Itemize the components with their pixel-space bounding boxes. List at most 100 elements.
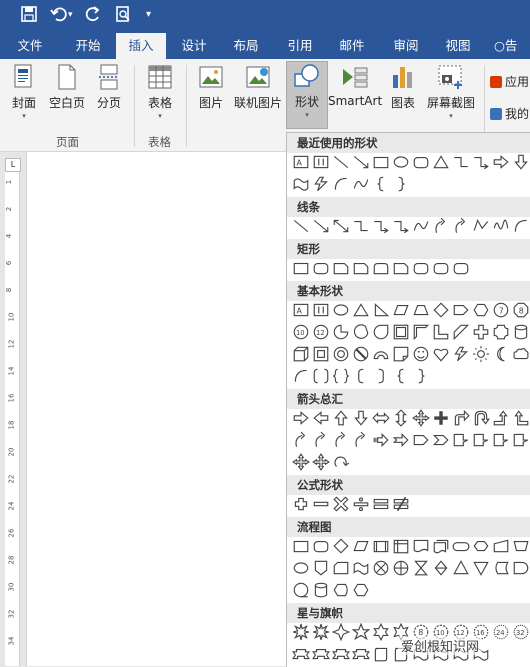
arrowline-shape-icon[interactable] xyxy=(351,155,371,169)
tab-selector[interactable]: L xyxy=(5,158,21,172)
terminator-shape-icon[interactable] xyxy=(451,539,471,553)
arc-shape-icon[interactable] xyxy=(291,369,311,383)
lbrace-shape-icon[interactable] xyxy=(371,176,391,192)
parallelogram-shape-icon[interactable] xyxy=(391,303,411,317)
tab-layout[interactable]: 布局 xyxy=(224,33,268,59)
curvearrow-shape-icon[interactable] xyxy=(451,217,471,233)
equal-shape-icon[interactable] xyxy=(371,497,391,511)
tab-mailings[interactable]: 邮件 xyxy=(330,33,374,59)
roundrect-shape-icon[interactable] xyxy=(411,155,431,169)
cloud-shape-icon[interactable] xyxy=(511,347,530,361)
snipcorner-shape-icon[interactable] xyxy=(351,261,371,275)
undo-icon[interactable] xyxy=(50,5,68,28)
downarrow-shape-icon[interactable] xyxy=(351,410,371,426)
arrowline-shape-icon[interactable] xyxy=(311,219,331,233)
elbow-shape-icon[interactable] xyxy=(451,155,471,169)
callout-shape-icon[interactable] xyxy=(451,433,471,447)
trapezoid-shape-icon[interactable] xyxy=(411,303,431,317)
picture-button[interactable]: 图片 xyxy=(194,63,228,125)
tab-insert[interactable]: 插入 xyxy=(116,33,166,59)
lrudarrow-shape-icon[interactable] xyxy=(431,411,451,425)
orsym-shape-icon[interactable] xyxy=(391,560,411,576)
document-shape-icon[interactable] xyxy=(411,539,431,553)
textbox-shape-icon[interactable]: A xyxy=(291,303,311,317)
vtextbox-shape-icon[interactable] xyxy=(311,155,331,169)
parallelogram-shape-icon[interactable] xyxy=(351,539,371,553)
bentup-shape-icon[interactable] xyxy=(491,410,511,426)
plaque-shape-icon[interactable] xyxy=(491,324,511,340)
internal-shape-icon[interactable] xyxy=(391,539,411,554)
uturn-shape-icon[interactable] xyxy=(471,410,491,426)
tab-file[interactable]: 文件 xyxy=(8,33,52,59)
curvearrow-shape-icon[interactable] xyxy=(351,431,371,447)
print-preview-icon[interactable] xyxy=(114,5,132,28)
hexagon-shape-icon[interactable] xyxy=(471,303,491,317)
manual-shape-icon[interactable] xyxy=(491,539,511,553)
store-button[interactable]: 应用 xyxy=(490,73,529,90)
tab-home[interactable]: 开始 xyxy=(64,33,112,59)
rbrace-shape-icon[interactable] xyxy=(391,176,411,192)
ribbon-shape-icon[interactable] xyxy=(351,647,371,661)
donut-shape-icon[interactable] xyxy=(331,346,351,362)
elbowarrow-shape-icon[interactable] xyxy=(471,155,491,170)
sort-shape-icon[interactable] xyxy=(431,560,451,576)
pie-shape-icon[interactable] xyxy=(331,324,351,340)
oval-shape-icon[interactable] xyxy=(391,155,411,169)
cube-shape-icon[interactable] xyxy=(291,346,311,362)
leftarrow-shape-icon[interactable] xyxy=(311,411,331,425)
my-addins-button[interactable]: 我的 xyxy=(490,105,529,122)
storeddata-shape-icon[interactable] xyxy=(491,561,511,575)
shapes-button[interactable]: 形状 ▾ xyxy=(286,61,328,129)
minus-shape-icon[interactable] xyxy=(311,497,331,511)
tab-tell-me[interactable]: ○告 xyxy=(494,33,530,59)
card-shape-icon[interactable] xyxy=(331,561,351,575)
chevron-shape-icon[interactable] xyxy=(431,433,451,447)
heptagon-shape-icon[interactable]: 7 xyxy=(491,302,511,318)
line-shape-icon[interactable] xyxy=(331,155,351,169)
blank-page-button[interactable]: 空白页 xyxy=(46,63,88,125)
ribbon-shape-icon[interactable] xyxy=(291,647,311,661)
circarrow-shape-icon[interactable] xyxy=(331,455,351,469)
wave-shape-icon[interactable] xyxy=(291,177,311,191)
notched-shape-icon[interactable] xyxy=(391,433,411,447)
lightning-shape-icon[interactable] xyxy=(311,176,331,192)
customize-icon[interactable]: ▾ xyxy=(146,5,151,25)
diagstripe-shape-icon[interactable] xyxy=(451,324,471,341)
tab-review[interactable]: 审阅 xyxy=(384,33,428,59)
roundrect-shape-icon[interactable] xyxy=(311,539,331,553)
moon-shape-icon[interactable] xyxy=(491,346,511,362)
online-picture-button[interactable]: 联机图片 xyxy=(232,63,284,125)
tab-references[interactable]: 引用 xyxy=(278,33,322,59)
callout-shape-icon[interactable] xyxy=(471,433,491,447)
lrarrow-shape-icon[interactable] xyxy=(371,411,391,425)
nosymbol-shape-icon[interactable] xyxy=(351,346,371,362)
decagon-shape-icon[interactable]: 10 xyxy=(291,324,311,340)
freeform-shape-icon[interactable] xyxy=(471,219,491,233)
heart-shape-icon[interactable] xyxy=(431,347,451,362)
cross-shape-icon[interactable] xyxy=(471,324,491,340)
rbracket-shape-icon[interactable] xyxy=(371,368,391,384)
vtextbox-shape-icon[interactable] xyxy=(311,303,331,317)
can-shape-icon[interactable] xyxy=(311,582,331,598)
bevel-shape-icon[interactable] xyxy=(311,346,331,362)
lshape-shape-icon[interactable] xyxy=(431,324,451,340)
triangle-shape-icon[interactable] xyxy=(431,155,451,169)
smartart-button[interactable]: SmartArt xyxy=(328,63,382,125)
halfframe-shape-icon[interactable] xyxy=(411,324,431,341)
ribbon-shape-icon[interactable] xyxy=(331,647,351,661)
quadarrow-shape-icon[interactable] xyxy=(411,409,431,427)
bentarrow-shape-icon[interactable] xyxy=(451,409,471,426)
downarrow-shape-icon[interactable] xyxy=(511,154,530,170)
line-shape-icon[interactable] xyxy=(291,219,311,233)
curvearrow-shape-icon[interactable] xyxy=(291,431,311,447)
tab-view[interactable]: 视图 xyxy=(436,33,480,59)
offpage-shape-icon[interactable] xyxy=(311,560,331,576)
dodecagon-shape-icon[interactable]: 12 xyxy=(311,324,331,340)
textbox-shape-icon[interactable]: A xyxy=(291,155,311,169)
arc-shape-icon[interactable] xyxy=(511,219,530,233)
oval-shape-icon[interactable] xyxy=(331,303,351,317)
redo-icon[interactable] xyxy=(84,5,102,28)
punchtape-shape-icon[interactable] xyxy=(351,561,371,575)
sun-shape-icon[interactable] xyxy=(471,346,491,362)
star24-shape-icon[interactable]: 24 xyxy=(491,624,511,640)
